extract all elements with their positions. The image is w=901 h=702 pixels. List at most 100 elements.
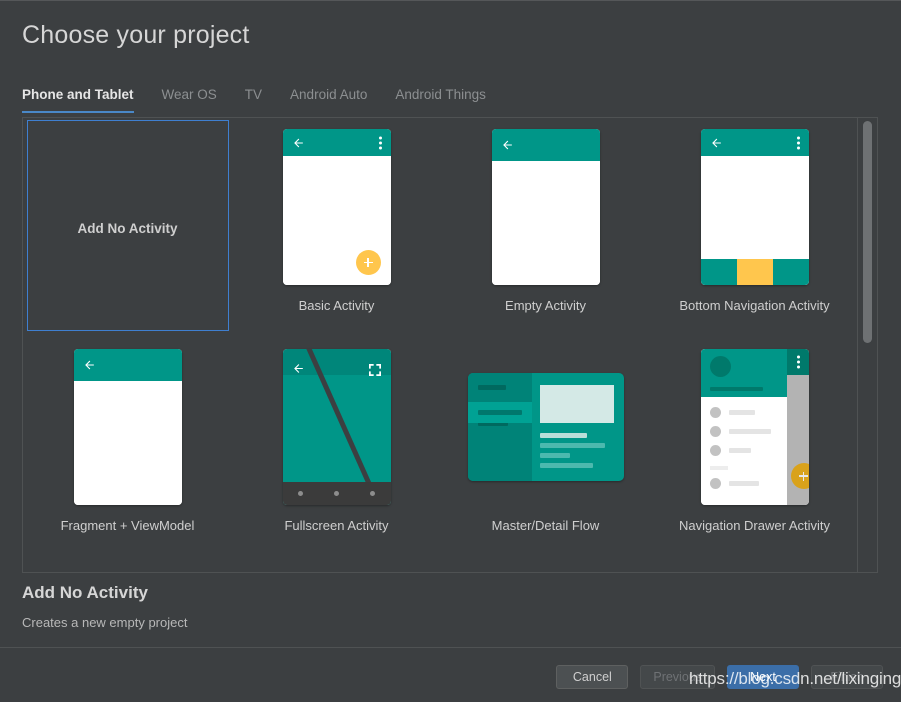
finish-button: Finish xyxy=(811,665,883,689)
thumbnail-basic-activity xyxy=(232,118,441,296)
tab-phone-and-tablet[interactable]: Phone and Tablet xyxy=(22,87,134,113)
drawer-item-label xyxy=(729,448,751,453)
fullscreen-content-area xyxy=(283,349,391,505)
footer-separator xyxy=(0,647,901,648)
template-label-master-detail-flow: Master/Detail Flow xyxy=(492,518,600,533)
drawer-item-label xyxy=(729,481,759,486)
tab-android-auto[interactable]: Android Auto xyxy=(290,87,367,113)
overflow-menu-icon xyxy=(379,136,382,149)
template-label-bottom-navigation-activity: Bottom Navigation Activity xyxy=(679,298,829,313)
overflow-menu-icon xyxy=(797,136,800,149)
thumbnail-empty-activity xyxy=(441,118,650,296)
thumbnail-master-detail-flow xyxy=(441,338,650,516)
overflow-menu-icon xyxy=(797,356,800,369)
template-card-master-detail-flow[interactable]: Master/Detail Flow xyxy=(441,338,650,558)
phone-frame xyxy=(701,349,809,505)
template-card-empty-activity[interactable]: Empty Activity xyxy=(441,118,650,338)
template-card-bottom-navigation-activity[interactable]: Bottom Navigation Activity xyxy=(650,118,859,338)
tab-android-things[interactable]: Android Things xyxy=(395,87,486,113)
page-title: Choose your project xyxy=(22,21,250,50)
phone-frame xyxy=(492,129,600,285)
drawer-list-item xyxy=(701,422,787,441)
template-card-basic-activity[interactable]: Basic Activity xyxy=(232,118,441,338)
app-bar xyxy=(74,349,182,381)
template-grid: Add No Activity xyxy=(23,118,859,573)
previous-button: Previous xyxy=(640,665,715,689)
master-list-pane xyxy=(468,373,532,481)
navigation-drawer-panel xyxy=(701,349,787,505)
bottom-nav-item xyxy=(773,259,809,285)
phone-frame xyxy=(283,349,391,505)
tablet-frame xyxy=(468,373,624,481)
phone-frame xyxy=(701,129,809,285)
back-arrow-icon xyxy=(710,136,723,149)
detail-card xyxy=(540,385,614,423)
nav-dot-icon xyxy=(334,491,339,496)
drawer-list-item xyxy=(701,474,787,493)
drawer-item-label xyxy=(729,429,771,434)
detail-pane xyxy=(532,373,624,481)
drawer-item-label xyxy=(729,410,755,415)
template-label-basic-activity: Basic Activity xyxy=(299,298,375,313)
detail-line xyxy=(540,463,593,468)
back-arrow-icon xyxy=(292,362,305,375)
description-text: Creates a new empty project xyxy=(22,615,187,630)
drawer-item-icon xyxy=(710,426,721,437)
list-item-selected xyxy=(468,402,532,423)
nav-dot-icon xyxy=(370,491,375,496)
list-item-line xyxy=(478,410,522,415)
phone-frame xyxy=(283,129,391,285)
app-bar xyxy=(283,129,391,156)
template-card-fragment-viewmodel[interactable]: Fragment + ViewModel xyxy=(23,338,232,558)
back-arrow-icon xyxy=(501,139,514,152)
avatar xyxy=(710,356,731,377)
back-arrow-icon xyxy=(292,136,305,149)
template-grid-panel: Add No Activity xyxy=(22,117,878,573)
content-area xyxy=(74,381,182,505)
device-tabs: Phone and Tablet Wear OS TV Android Auto… xyxy=(22,87,879,117)
template-label-empty-activity: Empty Activity xyxy=(505,298,586,313)
template-card-fullscreen-activity[interactable]: Fullscreen Activity xyxy=(232,338,441,558)
drawer-list-item xyxy=(701,403,787,422)
template-label-navigation-drawer-activity: Navigation Drawer Activity xyxy=(679,518,830,533)
bottom-nav-item-selected xyxy=(737,259,773,285)
system-navigation-bar xyxy=(283,482,391,505)
cancel-button[interactable]: Cancel xyxy=(556,665,628,689)
template-card-navigation-drawer-activity[interactable]: Navigation Drawer Activity xyxy=(650,338,859,558)
drawer-header xyxy=(701,349,787,397)
nav-dot-icon xyxy=(298,491,303,496)
app-bar xyxy=(787,349,809,375)
dialog-button-bar: Cancel Previous Next Finish xyxy=(556,665,883,689)
choose-project-dialog: Choose your project Phone and Tablet Wea… xyxy=(0,0,901,702)
list-item-line xyxy=(478,385,506,390)
drawer-list-item xyxy=(701,441,787,460)
thumbnail-bottom-navigation-activity xyxy=(650,118,859,296)
detail-line xyxy=(540,453,570,458)
drawer-item-icon xyxy=(710,407,721,418)
content-area xyxy=(492,161,600,285)
drawer-item-icon xyxy=(710,478,721,489)
bottom-navigation-bar xyxy=(701,259,809,285)
phone-frame xyxy=(74,349,182,505)
next-button[interactable]: Next xyxy=(727,665,799,689)
app-bar xyxy=(492,129,600,161)
template-label-fragment-viewmodel: Fragment + ViewModel xyxy=(61,518,195,533)
description-title: Add No Activity xyxy=(22,583,148,603)
thumbnail-fullscreen-activity xyxy=(232,338,441,516)
template-label-add-no-activity: Add No Activity xyxy=(23,221,232,236)
template-card-add-no-activity[interactable]: Add No Activity xyxy=(23,118,232,338)
drawer-item-icon xyxy=(710,445,721,456)
tab-wear-os[interactable]: Wear OS xyxy=(162,87,217,113)
app-bar xyxy=(701,129,809,156)
fullscreen-icon xyxy=(367,362,383,378)
bottom-nav-item xyxy=(701,259,737,285)
tab-tv[interactable]: TV xyxy=(245,87,262,113)
thumbnail-fragment-viewmodel xyxy=(23,338,232,516)
drawer-header-line xyxy=(710,387,763,391)
detail-line xyxy=(540,433,587,438)
floating-action-button-icon xyxy=(356,250,381,275)
vertical-scrollbar-track[interactable] xyxy=(857,118,877,572)
vertical-scrollbar-thumb[interactable] xyxy=(863,121,872,343)
template-label-fullscreen-activity: Fullscreen Activity xyxy=(284,518,388,533)
detail-line xyxy=(540,443,605,448)
